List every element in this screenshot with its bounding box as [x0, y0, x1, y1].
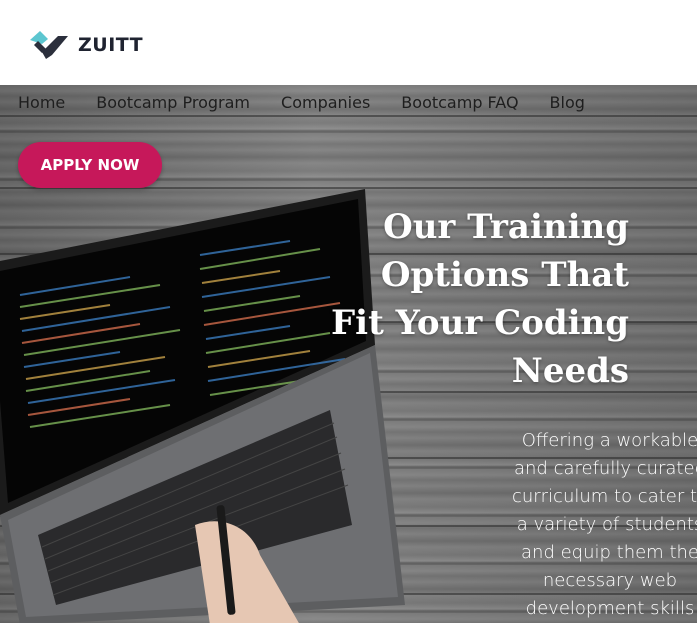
- hero-title-line: Needs: [511, 351, 629, 391]
- hero-description-line: and equip them the: [521, 542, 697, 563]
- nav-link-companies[interactable]: Companies: [281, 93, 370, 112]
- nav-link-home[interactable]: Home: [18, 93, 65, 112]
- site-header: ZUITT: [0, 0, 697, 85]
- hero-description-line: development skills: [525, 598, 695, 619]
- wood-plank-gap: [0, 115, 697, 117]
- hero-description-line: curriculum to cater to: [511, 486, 697, 507]
- hero-description-line: a variety of students: [516, 514, 697, 535]
- hero-description-line: and carefully curated: [513, 458, 697, 479]
- hero-description-line: Offering a workable: [521, 430, 697, 451]
- zuitt-checkmark-icon: [30, 31, 68, 59]
- hero-title-line: Options That: [380, 255, 629, 295]
- hero-title: Our Training Options That Fit Your Codin…: [309, 203, 629, 395]
- hero-section: Home Bootcamp Program Companies Bootcamp…: [0, 85, 697, 623]
- main-nav: Home Bootcamp Program Companies Bootcamp…: [18, 93, 616, 112]
- nav-link-bootcamp-program[interactable]: Bootcamp Program: [96, 93, 250, 112]
- nav-link-bootcamp-faq[interactable]: Bootcamp FAQ: [401, 93, 518, 112]
- apply-now-button[interactable]: APPLY NOW: [18, 142, 162, 188]
- hero-description: Offering a workable and carefully curate…: [500, 427, 697, 623]
- hero-title-line: Fit Your Coding: [331, 303, 629, 343]
- zuitt-logo[interactable]: ZUITT: [28, 27, 143, 63]
- nav-link-blog[interactable]: Blog: [550, 93, 585, 112]
- brand-name: ZUITT: [78, 34, 144, 56]
- hero-description-line: necessary web: [542, 570, 678, 591]
- hero-title-line: Our Training: [383, 207, 629, 247]
